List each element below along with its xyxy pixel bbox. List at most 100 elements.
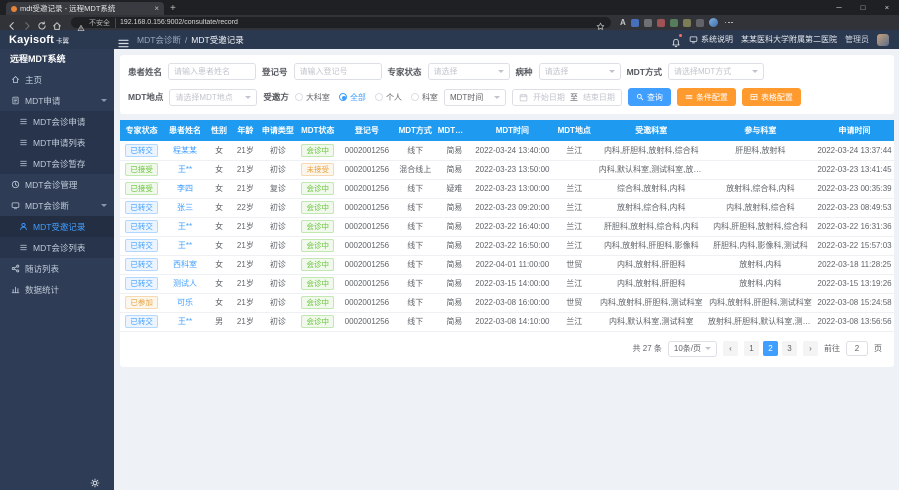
condition-config-button[interactable]: 条件配置 <box>677 88 736 106</box>
invitee-radio-3[interactable]: 科室 <box>411 92 438 103</box>
date-range-picker[interactable]: 开始日期 至 结束日期 <box>512 89 622 106</box>
invitee-radio-0[interactable]: 大科室 <box>295 92 330 103</box>
extension-icon[interactable] <box>696 19 704 27</box>
cell-invited_depts: 综合科,放射科,内科 <box>597 179 706 198</box>
invitee-radio-1[interactable]: 全部 <box>339 92 366 103</box>
table-row: 已转交王**男21岁初诊会诊中0002001256线下简易2022-03-08 … <box>120 312 894 331</box>
browser-home-icon[interactable] <box>52 18 62 28</box>
cell-age: 21岁 <box>231 255 259 274</box>
cell-expert_status: 已转交 <box>120 312 163 331</box>
cell-mdt_status: 会诊中 <box>296 141 339 160</box>
extension-icon[interactable] <box>631 19 639 27</box>
mdt-mode-select[interactable]: 请选择MDT方式 <box>668 63 764 80</box>
security-label[interactable]: 不安全 <box>89 18 116 28</box>
cell-expert_status: 已接受 <box>120 160 163 179</box>
cell-mdt_status: 会诊中 <box>296 274 339 293</box>
sidebar-item-mdt-apply[interactable]: MDT申请 <box>0 90 114 111</box>
invitee-radio-2[interactable]: 个人 <box>375 92 402 103</box>
chevron-down-icon <box>494 96 500 99</box>
breadcrumb: MDT会诊断 / MDT受邀记录 <box>137 34 244 46</box>
cell-expert_status: 已转交 <box>120 236 163 255</box>
status-badge: 已转交 <box>125 258 158 271</box>
goto-page-input[interactable] <box>846 341 868 356</box>
patient-name-link[interactable]: 李四 <box>177 184 193 193</box>
read-aloud-icon[interactable]: A <box>620 18 626 27</box>
sidebar-item-mdt-diagnosis[interactable]: MDT会诊断 <box>0 195 114 216</box>
search-button[interactable]: 查询 <box>628 88 671 106</box>
sidebar-item-mdt-consult-list[interactable]: MDT会诊列表 <box>0 237 114 258</box>
cell-expert_status: 已转交 <box>120 255 163 274</box>
cell-apply_type: 初诊 <box>259 198 296 217</box>
page-button-2[interactable]: 2 <box>763 341 778 356</box>
patient-name-link[interactable]: 可乐 <box>177 298 193 307</box>
extension-icon[interactable] <box>644 19 652 27</box>
cell-apply_time: 2022-03-24 13:37:44 <box>815 141 894 160</box>
patient-name-link[interactable]: 王** <box>178 222 192 231</box>
patient-name-input[interactable] <box>168 63 256 80</box>
address-bar[interactable]: 不安全 192.168.0.156:9002/consultate/record <box>71 17 611 28</box>
sidebar-item-label: MDT会诊管理 <box>25 179 77 191</box>
window-minimize-button[interactable]: ─ <box>827 3 851 12</box>
calendar-icon <box>519 93 528 102</box>
table-config-button[interactable]: 表格配置 <box>742 88 801 106</box>
time-field-select[interactable]: MDT时间 <box>444 89 506 106</box>
list-icon <box>19 159 28 168</box>
cell-joined_depts: 内科,放射科,综合科 <box>706 198 815 217</box>
reg-no-input[interactable] <box>294 63 382 80</box>
page-button-1[interactable]: 1 <box>744 341 759 356</box>
window-close-button[interactable]: × <box>875 3 899 12</box>
sidebar-item-mdt-manage[interactable]: MDT会诊管理 <box>0 174 114 195</box>
expert-status-select[interactable]: 请选择 <box>428 63 510 80</box>
page-size-select[interactable]: 10条/页 <box>668 341 717 357</box>
system-help-link[interactable]: 系统说明 <box>689 34 733 45</box>
next-page-button[interactable]: › <box>803 341 818 356</box>
cell-mdt_type: 简易 <box>436 293 473 312</box>
browser-tabstrip: mdt受邀记录 - 远程MDT系统 × + ─ □ × <box>0 0 899 15</box>
hamburger-menu-icon[interactable] <box>118 35 129 44</box>
browser-menu-icon[interactable] <box>723 22 735 24</box>
sidebar-item-mdt-consult-draft[interactable]: MDT会诊暂存 <box>0 153 114 174</box>
extension-icon[interactable] <box>683 19 691 27</box>
cell-expert_status: 已参加 <box>120 293 163 312</box>
prev-page-button[interactable]: ‹ <box>723 341 738 356</box>
patient-name-link[interactable]: 测试人 <box>173 279 197 288</box>
refresh-icon[interactable] <box>37 18 47 28</box>
patient-name-link[interactable]: 王** <box>178 165 192 174</box>
favorites-star-icon[interactable] <box>596 18 605 27</box>
sidebar-item-statistics[interactable]: 数据统计 <box>0 279 114 300</box>
patient-name-link[interactable]: 程某某 <box>173 146 197 155</box>
patient-name-link[interactable]: 王** <box>178 317 192 326</box>
sidebar-item-home[interactable]: 主页 <box>0 69 114 90</box>
browser-profile-avatar[interactable] <box>709 18 718 27</box>
sidebar-item-followup-list[interactable]: 随访列表 <box>0 258 114 279</box>
user-avatar[interactable] <box>877 34 889 46</box>
new-tab-button[interactable]: + <box>170 3 176 14</box>
page-button-3[interactable]: 3 <box>782 341 797 356</box>
cell-mdt_time: 2022-03-22 16:50:00 <box>473 236 552 255</box>
extension-icon[interactable] <box>670 19 678 27</box>
status-badge: 会诊中 <box>301 258 334 271</box>
back-icon[interactable] <box>7 18 17 28</box>
mdt-place-select[interactable]: 请选择MDT地点 <box>169 89 257 106</box>
cell-apply_type: 初诊 <box>259 141 296 160</box>
notification-bell-icon[interactable] <box>671 35 681 45</box>
extension-icon[interactable] <box>657 19 665 27</box>
browser-tab[interactable]: mdt受邀记录 - 远程MDT系统 × <box>6 2 164 15</box>
cell-mdt_place: 兰江 <box>552 217 597 236</box>
sidebar-item-mdt-invite-record[interactable]: MDT受邀记录 <box>0 216 114 237</box>
sidebar-item-mdt-consult-apply[interactable]: MDT会诊申请 <box>0 111 114 132</box>
logo-suffix: 卡翼 <box>56 35 69 45</box>
disease-select[interactable]: 请选择 <box>539 63 621 80</box>
settings-gear-icon[interactable] <box>90 475 100 485</box>
cell-mdt_place: 兰江 <box>552 312 597 331</box>
patient-name-link[interactable]: 张三 <box>177 203 193 212</box>
patient-name-link[interactable]: 西科室 <box>173 260 197 269</box>
tab-close-icon[interactable]: × <box>154 5 159 13</box>
window-maximize-button[interactable]: □ <box>851 3 875 12</box>
patient-name-link[interactable]: 王** <box>178 241 192 250</box>
url-text[interactable]: 192.168.0.156:9002/consultate/record <box>120 19 592 26</box>
forward-icon[interactable] <box>22 18 32 28</box>
expert-status-label: 专家状态 <box>388 66 422 78</box>
cell-mdt_status: 会诊中 <box>296 236 339 255</box>
sidebar-item-mdt-apply-list[interactable]: MDT申请列表 <box>0 132 114 153</box>
